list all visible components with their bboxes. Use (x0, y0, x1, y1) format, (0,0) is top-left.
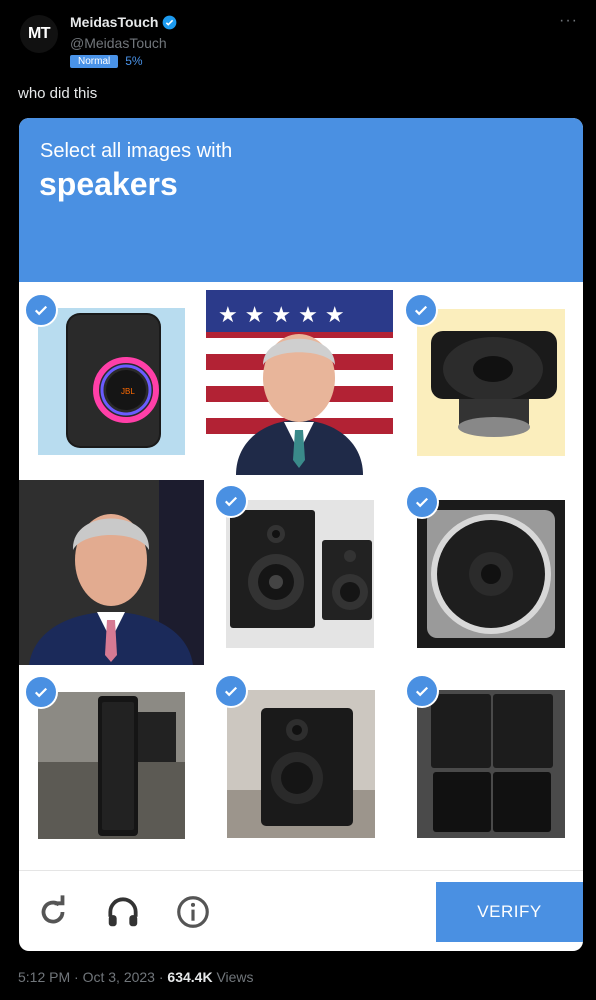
svg-text:JBL: JBL (121, 387, 135, 396)
captcha-tile-pa-speaker-stack[interactable] (417, 690, 565, 838)
tweet-text: who did this (18, 85, 98, 102)
selected-check-icon (24, 675, 58, 709)
avatar-text: MT (27, 25, 51, 42)
captcha-header: Select all images with speakers (19, 118, 583, 282)
selected-check-icon (24, 293, 58, 327)
pa-speaker-stack-image (417, 690, 565, 838)
bookshelf-speaker-pair-image (230, 510, 372, 628)
info-icon[interactable] (174, 893, 212, 931)
account-handle[interactable]: @MeidasTouch (70, 35, 167, 51)
display-name[interactable]: MeidasTouch (70, 14, 158, 30)
status-badge: Normal (70, 54, 119, 68)
view-count: 634.4K (167, 969, 213, 985)
captcha-tile-bookshelf-speaker-pair[interactable] (226, 500, 374, 648)
captcha-tile-speaker-driver[interactable] (417, 309, 565, 456)
status-row: Normal 5% (70, 54, 143, 68)
studio-monitor-image (227, 708, 375, 838)
audio-headphones-icon[interactable] (104, 893, 142, 931)
politician-portrait-image (19, 480, 204, 665)
selected-check-icon (404, 293, 438, 327)
politician-flag-image: ★ ★ ★ ★ ★ (206, 290, 393, 475)
speaker-driver-image (431, 331, 557, 437)
svg-text:★ ★ ★ ★ ★: ★ ★ ★ ★ ★ (218, 303, 345, 328)
verified-badge-icon (163, 15, 177, 29)
captcha-tile-studio-monitor[interactable] (227, 690, 375, 838)
tower-speaker-image (38, 692, 185, 839)
reload-icon[interactable] (34, 893, 72, 931)
captcha-instruction: Select all images with (40, 140, 233, 162)
captcha-tile-party-speaker[interactable]: JBL (38, 308, 185, 455)
captcha-tile-politician-flag[interactable]: ★ ★ ★ ★ ★ (206, 290, 393, 475)
party-speaker-image: JBL (66, 313, 161, 448)
captcha-tile-tower-speaker[interactable] (38, 692, 185, 839)
car-speaker-image (427, 510, 555, 638)
account-name[interactable]: MeidasTouch (70, 14, 177, 30)
tweet-metadata: 5:12 PM · Oct 3, 2023 · 634.4K Views (18, 969, 254, 985)
more-options-icon[interactable]: ··· (559, 12, 578, 30)
verify-button[interactable]: VERIFY (436, 882, 583, 942)
captcha-target: speakers (39, 166, 178, 202)
captcha-tile-car-speaker[interactable] (417, 500, 565, 648)
status-percent: 5% (125, 54, 143, 68)
selected-check-icon (405, 674, 439, 708)
tweet-timestamp[interactable]: 5:12 PM · Oct 3, 2023 · (18, 969, 167, 985)
avatar[interactable]: MT (20, 15, 58, 53)
views-label: Views (212, 969, 254, 985)
selected-check-icon (405, 485, 439, 519)
selected-check-icon (214, 484, 248, 518)
footer-divider (19, 870, 583, 871)
selected-check-icon (214, 674, 248, 708)
captcha-tile-politician-portrait[interactable] (19, 480, 204, 665)
tweet-header: MT MeidasTouch @MeidasTouch Normal 5% ··… (0, 0, 596, 80)
captcha-image[interactable]: Select all images with speakers JBL ★ ★ … (19, 118, 583, 951)
